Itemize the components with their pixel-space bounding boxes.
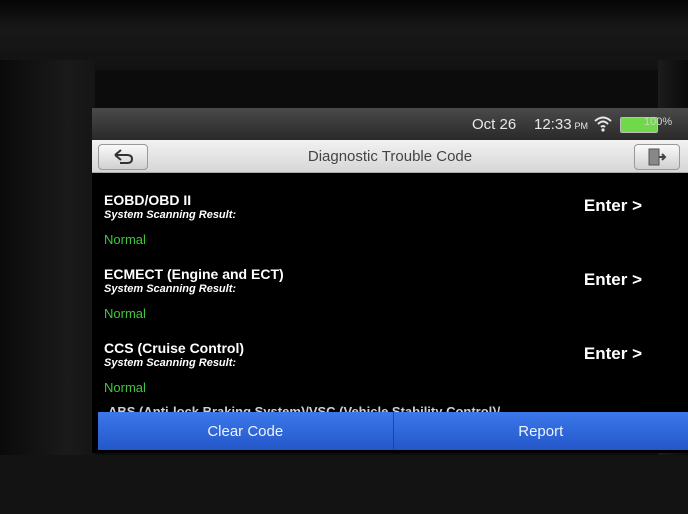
scan-result-label: System Scanning Result: xyxy=(104,283,237,295)
scan-result-label: System Scanning Result: xyxy=(104,357,237,369)
scan-result-label: System Scanning Result: xyxy=(104,209,237,221)
wifi-icon xyxy=(594,116,612,136)
device-bezel-bottom xyxy=(0,455,688,514)
status-time: 12:33 PM xyxy=(534,116,588,133)
title-bar: Diagnostic Trouble Code xyxy=(92,140,688,173)
battery-percent: 100% xyxy=(644,116,673,128)
system-list: EOBD/OBD II System Scanning Result: Norm… xyxy=(92,176,688,398)
scan-result-status: Normal xyxy=(104,380,146,395)
report-button[interactable]: Report xyxy=(393,412,688,450)
clear-code-button[interactable]: Clear Code xyxy=(98,412,394,450)
status-date: Oct 26 xyxy=(472,116,517,133)
status-time-value: 12:33 xyxy=(534,116,572,133)
system-name: CCS (Cruise Control) xyxy=(104,340,244,356)
list-item[interactable]: ECMECT (Engine and ECT) System Scanning … xyxy=(92,250,688,324)
exit-icon xyxy=(648,148,667,166)
device-screen: Oct 26 12:33 PM 100% Diagnostic Trouble C… xyxy=(92,108,688,453)
enter-button[interactable]: Enter > xyxy=(584,270,642,290)
exit-button[interactable] xyxy=(634,144,680,170)
page-title: Diagnostic Trouble Code xyxy=(307,148,473,165)
scan-result-status: Normal xyxy=(104,306,146,321)
enter-button[interactable]: Enter > xyxy=(584,196,642,216)
bottom-action-bar: Clear Code Report xyxy=(98,412,688,450)
status-bar: Oct 26 12:33 PM 100% xyxy=(92,108,688,140)
device-bezel-left xyxy=(0,60,95,514)
status-ampm: PM xyxy=(574,121,589,131)
list-item[interactable]: CCS (Cruise Control) System Scanning Res… xyxy=(92,324,688,398)
scan-result-status: Normal xyxy=(104,232,146,247)
system-name: EOBD/OBD II xyxy=(104,192,192,208)
list-item[interactable]: EOBD/OBD II System Scanning Result: Norm… xyxy=(92,176,688,250)
device-bezel-top xyxy=(0,0,688,70)
system-name: ECMECT (Engine and ECT) xyxy=(104,266,284,282)
enter-button[interactable]: Enter > xyxy=(584,344,642,364)
